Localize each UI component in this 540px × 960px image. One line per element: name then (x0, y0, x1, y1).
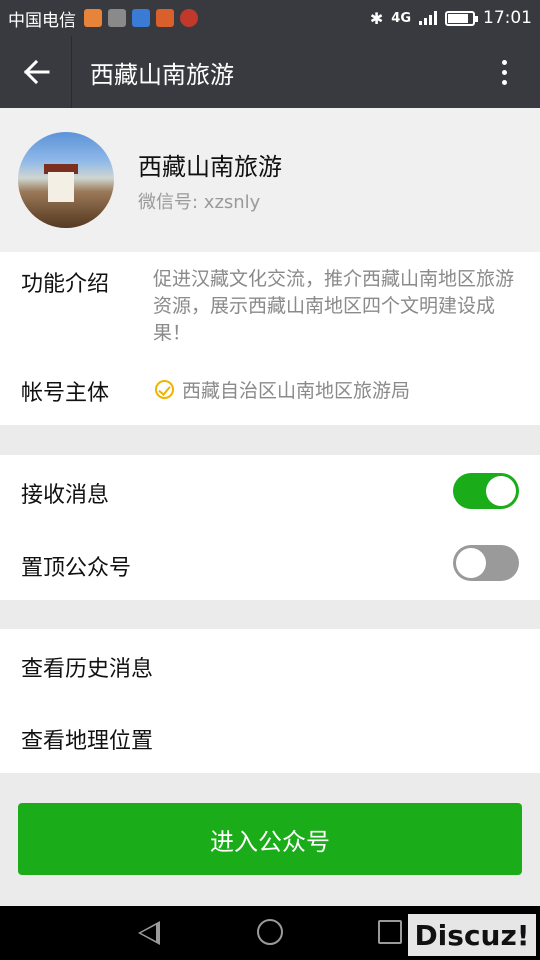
entity-info[interactable]: 西藏自治区山南地区旅游局 (155, 376, 410, 403)
view-history-row[interactable]: 查看历史消息 (0, 629, 540, 701)
more-dot-icon (501, 79, 507, 85)
toggle-knob (456, 548, 486, 578)
settings-section: 接收消息 置顶公众号 (0, 455, 540, 600)
view-history-label: 查看历史消息 (21, 657, 154, 682)
travel-app-icon (156, 9, 174, 27)
nav-recent-apps-icon[interactable] (378, 920, 402, 944)
links-section: 查看历史消息 查看地理位置 (0, 629, 540, 773)
verified-check-icon (155, 380, 174, 399)
account-profile: 西藏山南旅游 微信号: xzsnly (0, 108, 540, 252)
account-intro-section: 功能介绍 促进汉藏文化交流，推介西藏山南地区旅游资源，展示西藏山南地区四个文明建… (0, 252, 540, 425)
clock: 17:01 (483, 8, 532, 28)
wechat-id: 微信号: xzsnly (138, 191, 261, 213)
nav-back-icon[interactable] (138, 921, 160, 945)
more-menu-button[interactable] (468, 36, 540, 108)
more-dot-icon (501, 59, 507, 65)
notification-app-icon (84, 9, 102, 27)
receive-messages-toggle[interactable] (453, 473, 519, 509)
signal-strength-icon (419, 11, 437, 25)
enter-account-button[interactable]: 进入公众号 (18, 803, 522, 875)
notification-app-icon (180, 9, 198, 27)
intro-label: 功能介绍 (21, 272, 110, 297)
toggle-knob (486, 476, 516, 506)
battery-icon (445, 10, 478, 26)
watermark-logo: Discuz! (408, 914, 536, 956)
intro-text: 促进汉藏文化交流，推介西藏山南地区旅游资源，展示西藏山南地区四个文明建设成果！ (153, 268, 515, 344)
app-bar: 西藏山南旅游 (0, 36, 540, 108)
entity-label: 帐号主体 (21, 381, 110, 406)
view-location-label: 查看地理位置 (21, 729, 154, 754)
nav-home-icon[interactable] (257, 919, 283, 945)
carrier-name: 中国电信 (8, 10, 76, 31)
status-bar: 中国电信 ✱ 4G 17:01 (0, 0, 540, 36)
music-icon (108, 9, 126, 27)
avatar-building (48, 172, 74, 202)
account-name: 西藏山南旅游 (138, 152, 282, 181)
bluetooth-icon: ✱ (369, 8, 384, 28)
arrow-left-icon (23, 59, 49, 85)
more-dot-icon (501, 69, 507, 75)
avatar[interactable] (18, 132, 114, 228)
network-type: 4G (391, 10, 411, 26)
pin-account-toggle[interactable] (453, 545, 519, 581)
back-button[interactable] (0, 36, 72, 108)
entity-value: 西藏自治区山南地区旅游局 (182, 380, 411, 402)
receive-messages-label: 接收消息 (21, 483, 110, 508)
page-title: 西藏山南旅游 (90, 60, 234, 89)
notification-app-icon (132, 9, 150, 27)
pin-account-label: 置顶公众号 (21, 556, 132, 581)
view-location-row[interactable]: 查看地理位置 (0, 701, 540, 773)
